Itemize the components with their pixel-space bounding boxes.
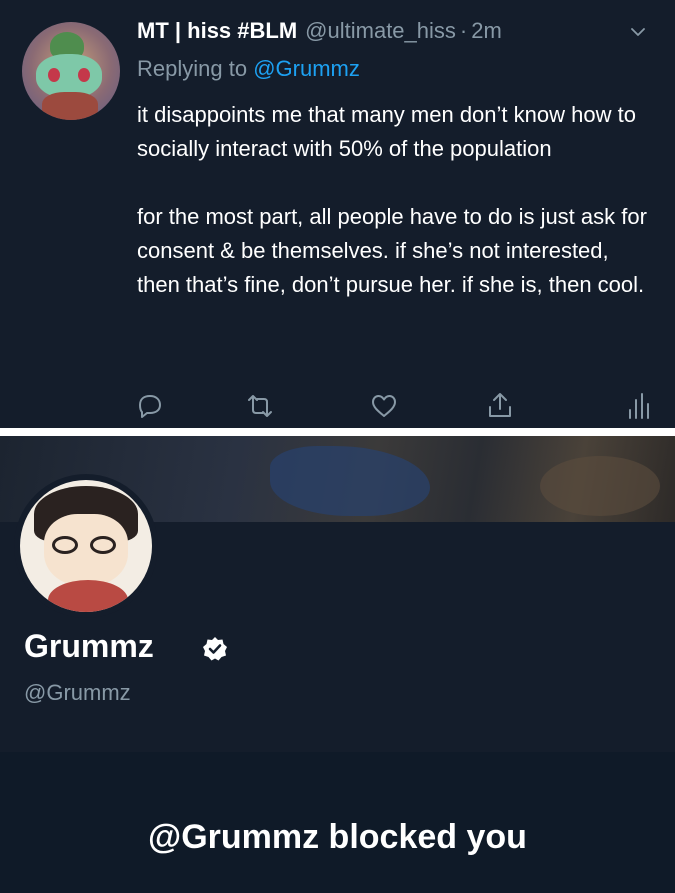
profile-avatar[interactable] xyxy=(14,474,158,618)
reply-prefix: Replying to xyxy=(137,56,248,81)
reply-context: Replying to @Grummz xyxy=(137,56,360,82)
blocked-message: @Grummz blocked you xyxy=(148,818,527,856)
tweet-paragraph: for the most part, all people have to do… xyxy=(137,204,647,297)
reply-icon xyxy=(139,395,161,418)
tweet-card[interactable]: MT | hiss #BLM @ultimate_hiss · 2m Replying… xyxy=(0,0,675,428)
analytics-button[interactable] xyxy=(622,390,654,422)
tweet-text: it disappoints me that many men don’t kn… xyxy=(137,98,657,302)
author-name[interactable]: MT | hiss #BLM xyxy=(137,18,297,43)
retweet-button[interactable] xyxy=(244,390,276,422)
retweet-icon xyxy=(248,395,272,417)
tweet-paragraph: it disappoints me that many men don’t kn… xyxy=(137,102,636,161)
like-icon xyxy=(372,395,396,417)
share-button[interactable] xyxy=(484,390,516,422)
analytics-icon xyxy=(629,393,649,419)
author-avatar[interactable] xyxy=(22,22,120,120)
reply-button[interactable] xyxy=(134,390,166,422)
share-icon xyxy=(489,393,511,417)
tweet-actions xyxy=(0,390,675,426)
reply-mention-link[interactable]: @Grummz xyxy=(253,56,360,81)
screenshot-divider xyxy=(0,428,675,436)
tweet-header: MT | hiss #BLM @ultimate_hiss · 2m xyxy=(137,18,502,44)
verified-badge-icon xyxy=(203,637,227,661)
profile-name: Grummz xyxy=(24,628,154,664)
chevron-down-icon[interactable] xyxy=(630,24,646,40)
author-handle[interactable]: @ultimate_hiss xyxy=(305,18,456,43)
profile-handle: @Grummz xyxy=(24,680,131,705)
time-separator: · xyxy=(459,18,468,43)
tweet-time[interactable]: 2m xyxy=(471,18,502,43)
like-button[interactable] xyxy=(368,390,400,422)
